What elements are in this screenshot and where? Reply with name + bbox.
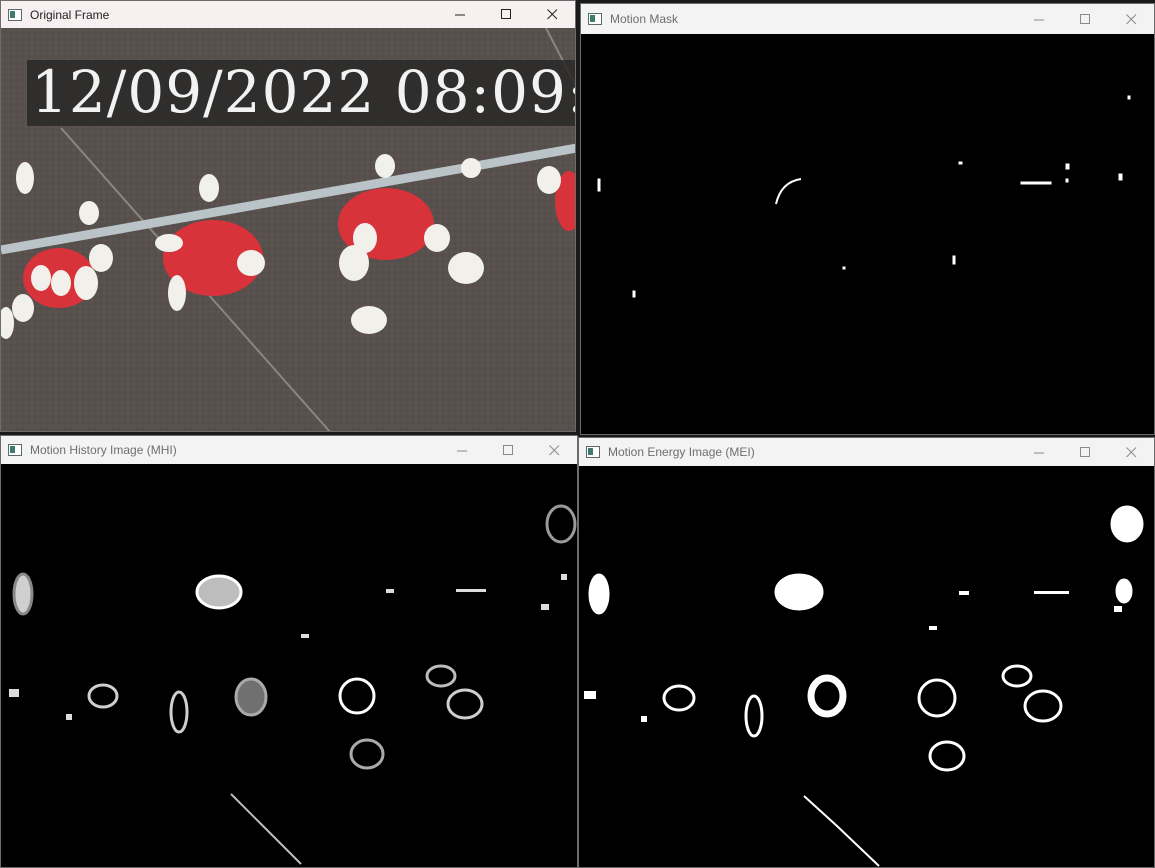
minimize-icon[interactable] (439, 437, 485, 464)
motion-mask-canvas (581, 34, 1154, 434)
window-title: Motion Energy Image (MEI) (608, 445, 755, 459)
mei-canvas (579, 466, 1154, 867)
timestamp-overlay: 12/09/2022 08:09: (31, 58, 575, 126)
title-bar[interactable]: Motion History Image (MHI) (1, 436, 577, 464)
mei-pixels (584, 505, 1144, 867)
mhi-window[interactable]: Motion History Image (MHI) (0, 435, 578, 868)
opencv-window-icon (8, 8, 22, 21)
mask-pixels (597, 95, 1131, 298)
minimize-icon[interactable] (437, 1, 483, 28)
close-icon[interactable] (1108, 439, 1154, 466)
window-title: Original Frame (30, 7, 110, 22)
motion-mask-window[interactable]: Motion Mask (580, 3, 1155, 435)
close-icon[interactable] (531, 437, 577, 464)
minimize-icon[interactable] (1016, 6, 1062, 33)
close-icon[interactable] (1108, 6, 1154, 33)
original-frame-window[interactable]: Original Frame 12/09/2022 08:09: (0, 0, 576, 432)
opencv-window-icon (8, 444, 22, 456)
maximize-icon[interactable] (483, 1, 529, 28)
maximize-icon[interactable] (485, 437, 531, 464)
maximize-icon[interactable] (1062, 439, 1108, 466)
title-bar[interactable]: Original Frame (1, 1, 575, 28)
close-icon[interactable] (529, 1, 575, 28)
video-frame: 12/09/2022 08:09: (1, 28, 575, 431)
mei-window[interactable]: Motion Energy Image (MEI) (578, 437, 1155, 868)
mhi-canvas (1, 464, 577, 867)
title-bar[interactable]: Motion Mask (581, 4, 1154, 34)
opencv-window-icon (588, 13, 602, 25)
opencv-window-icon (586, 446, 600, 458)
mhi-pixels (9, 504, 577, 865)
minimize-icon[interactable] (1016, 439, 1062, 466)
title-bar[interactable]: Motion Energy Image (MEI) (579, 438, 1154, 466)
window-title: Motion Mask (610, 12, 679, 26)
window-title: Motion History Image (MHI) (30, 443, 177, 457)
maximize-icon[interactable] (1062, 6, 1108, 33)
